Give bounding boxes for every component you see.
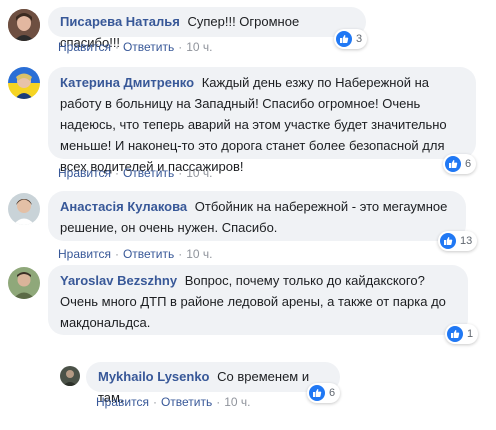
avatar-photo: [8, 9, 40, 41]
reaction-count[interactable]: 6: [307, 383, 341, 403]
separator: ·: [114, 40, 119, 54]
comment-bubble: Анастасія Кулакова Отбойник на набережно…: [48, 191, 466, 241]
avatar-photo: [8, 67, 40, 99]
like-icon: [309, 385, 325, 401]
like-icon: [336, 31, 352, 47]
avatar[interactable]: [8, 9, 40, 41]
reaction-count-text: 1: [467, 328, 474, 340]
comment-author[interactable]: Анастасія Кулакова: [60, 199, 187, 214]
comment-actions: Нравится · Ответить · 10 ч.: [96, 395, 251, 409]
separator: ·: [216, 395, 221, 409]
avatar-photo: [8, 267, 40, 299]
comment-author[interactable]: Yaroslav Bezszhny: [60, 273, 177, 288]
avatar-photo: [8, 193, 40, 225]
avatar[interactable]: [8, 67, 40, 99]
reaction-count-text: 3: [356, 33, 363, 45]
avatar-photo: [60, 366, 80, 386]
comment-actions: Нравится · Ответить · 10 ч.: [58, 166, 213, 180]
separator: ·: [178, 40, 183, 54]
comment-time[interactable]: 10 ч.: [186, 166, 212, 180]
like-icon: [440, 233, 456, 249]
comment-actions: Нравится · Ответить · 10 ч.: [58, 247, 213, 261]
reaction-count-text: 6: [329, 387, 336, 399]
comment-bubble: Катерина Дмитренко Каждый день езжу по Н…: [48, 67, 476, 174]
like-icon: [445, 156, 461, 172]
reaction-count[interactable]: 1: [445, 324, 479, 344]
comment-author[interactable]: Катерина Дмитренко: [60, 75, 194, 90]
comment-bubble: Mykhailo Lysenko Со временем и там.: [86, 362, 340, 405]
avatar[interactable]: [8, 193, 40, 225]
comment-time[interactable]: 10 ч.: [224, 395, 250, 409]
reply-link[interactable]: Ответить: [123, 40, 174, 54]
comment-time[interactable]: 10 ч.: [186, 40, 212, 54]
avatar[interactable]: [60, 366, 80, 386]
separator: ·: [178, 166, 183, 180]
comment-author[interactable]: Mykhailo Lysenko: [98, 369, 210, 384]
comment-bubble: Yaroslav Bezszhny Вопрос, почему только …: [48, 265, 468, 335]
reaction-count[interactable]: 3: [334, 29, 368, 49]
reply-link[interactable]: Ответить: [123, 247, 174, 261]
reaction-count-text: 13: [460, 235, 473, 247]
separator: ·: [114, 247, 119, 261]
comment-bubble: Писарева Наталья Супер!!! Огромное спаси…: [48, 7, 366, 50]
like-link[interactable]: Нравится: [58, 40, 111, 54]
reply-link[interactable]: Ответить: [123, 166, 174, 180]
reaction-count-text: 6: [465, 158, 472, 170]
separator: ·: [114, 166, 119, 180]
comment-time[interactable]: 10 ч.: [186, 247, 212, 261]
reply-link[interactable]: Ответить: [161, 395, 212, 409]
avatar[interactable]: [8, 267, 40, 299]
like-link[interactable]: Нравится: [96, 395, 149, 409]
like-icon: [447, 326, 463, 342]
like-link[interactable]: Нравится: [58, 247, 111, 261]
separator: ·: [178, 247, 183, 261]
comment-author[interactable]: Писарева Наталья: [60, 14, 180, 29]
reaction-count[interactable]: 6: [443, 154, 477, 174]
reaction-count[interactable]: 13: [438, 231, 478, 251]
comment-actions: Нравится · Ответить · 10 ч.: [58, 40, 213, 54]
separator: ·: [152, 395, 157, 409]
like-link[interactable]: Нравится: [58, 166, 111, 180]
